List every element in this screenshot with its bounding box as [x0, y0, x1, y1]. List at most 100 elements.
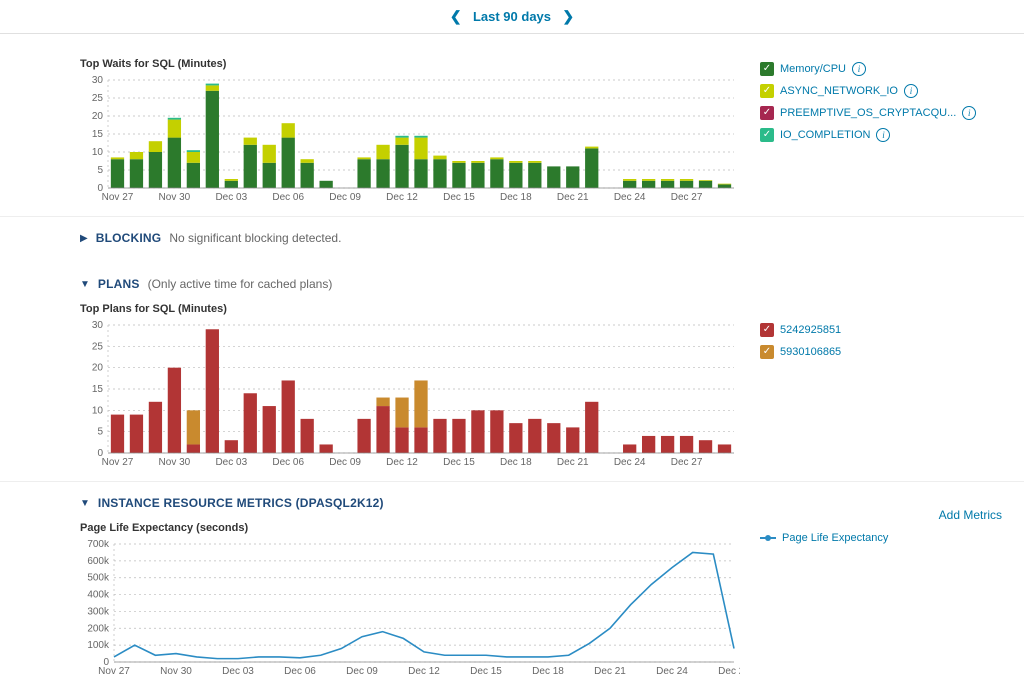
svg-text:Dec 24: Dec 24 [614, 192, 646, 203]
waits-chart-title: Top Waits for SQL (Minutes) [80, 58, 740, 70]
svg-text:5: 5 [97, 427, 103, 438]
svg-text:Dec 18: Dec 18 [500, 192, 532, 203]
plans-chart-title: Top Plans for SQL (Minutes) [80, 303, 740, 315]
prev-range-button[interactable]: ❮ [442, 8, 470, 24]
svg-text:Dec 06: Dec 06 [272, 192, 304, 203]
svg-text:Dec 27: Dec 27 [671, 457, 703, 468]
svg-text:Dec 27: Dec 27 [671, 192, 703, 203]
metrics-title: INSTANCE RESOURCE METRICS (DPASQL2K12) [98, 496, 384, 510]
legend-label[interactable]: PREEMPTIVE_OS_CRYPTACQU... [780, 107, 956, 119]
info-icon[interactable]: i [904, 84, 918, 98]
svg-text:200k: 200k [87, 623, 110, 634]
svg-text:Dec 12: Dec 12 [408, 666, 440, 677]
svg-text:Dec 12: Dec 12 [386, 457, 418, 468]
svg-text:Dec 15: Dec 15 [443, 192, 475, 203]
plans-title: PLANS [98, 277, 140, 291]
svg-text:10: 10 [92, 147, 104, 158]
metrics-disclosure[interactable]: ▼ [80, 498, 90, 509]
svg-text:Dec 09: Dec 09 [329, 457, 361, 468]
svg-text:Nov 30: Nov 30 [159, 192, 191, 203]
svg-text:Dec 18: Dec 18 [500, 457, 532, 468]
svg-text:Dec 15: Dec 15 [443, 457, 475, 468]
legend-item[interactable]: ✓ 5242925851 [760, 323, 994, 337]
svg-text:Nov 27: Nov 27 [102, 457, 134, 468]
blocking-disclosure[interactable]: ▶ [80, 233, 88, 244]
waits-panel: Top Waits for SQL (Minutes) 051015202530… [0, 38, 1024, 217]
svg-text:Dec 24: Dec 24 [656, 666, 688, 677]
svg-text:5: 5 [97, 165, 103, 176]
svg-text:Nov 30: Nov 30 [160, 666, 192, 677]
svg-text:Dec 12: Dec 12 [386, 192, 418, 203]
svg-text:600k: 600k [87, 556, 110, 567]
info-icon[interactable]: i [962, 106, 976, 120]
svg-text:30: 30 [92, 76, 104, 86]
blocking-section: ▶ BLOCKING No significant blocking detec… [0, 231, 1024, 263]
svg-text:700k: 700k [87, 540, 110, 550]
svg-text:Dec 21: Dec 21 [557, 457, 589, 468]
svg-text:25: 25 [92, 93, 104, 104]
svg-text:Dec 15: Dec 15 [470, 666, 502, 677]
date-range-bar: ❮ Last 90 days ❯ [0, 0, 1024, 34]
waits-chart[interactable]: 051015202530Nov 27Nov 30Dec 03Dec 06Dec … [80, 76, 740, 206]
legend-item[interactable]: ✓ IO_COMPLETION i [760, 128, 994, 142]
svg-text:100k: 100k [87, 640, 110, 651]
svg-text:Nov 27: Nov 27 [98, 666, 130, 677]
legend-checkbox[interactable]: ✓ [760, 106, 774, 120]
svg-text:300k: 300k [87, 606, 110, 617]
legend-item[interactable]: ✓ PREEMPTIVE_OS_CRYPTACQU... i [760, 106, 994, 120]
svg-text:Dec 21: Dec 21 [557, 192, 589, 203]
waits-legend: ✓Memory/CPUi✓ASYNC_NETWORK_IOi✓PREEMPTIV… [740, 38, 1004, 150]
plans-disclosure[interactable]: ▼ [80, 279, 90, 290]
legend-label[interactable]: IO_COMPLETION [780, 129, 870, 141]
plans-legend: ✓ 5242925851 ✓ 5930106865 [740, 299, 1004, 367]
metrics-chart-title: Page Life Expectancy (seconds) [80, 522, 740, 534]
next-range-button[interactable]: ❯ [554, 8, 582, 24]
svg-text:25: 25 [92, 341, 104, 352]
legend-label[interactable]: 5930106865 [780, 346, 841, 358]
svg-text:Dec 27: Dec 27 [718, 666, 740, 677]
legend-checkbox[interactable]: ✓ [760, 62, 774, 76]
plans-section: ▼ PLANS (Only active time for cached pla… [0, 277, 1024, 482]
plans-subtitle: (Only active time for cached plans) [148, 277, 333, 291]
blocking-title: BLOCKING [96, 231, 162, 245]
svg-text:Dec 09: Dec 09 [346, 666, 378, 677]
svg-text:Dec 09: Dec 09 [329, 192, 361, 203]
svg-text:Nov 30: Nov 30 [159, 457, 191, 468]
svg-text:Dec 03: Dec 03 [215, 192, 247, 203]
svg-text:Dec 06: Dec 06 [284, 666, 316, 677]
legend-label[interactable]: Page Life Expectancy [782, 532, 888, 544]
legend-label[interactable]: 5242925851 [780, 324, 841, 336]
svg-text:Dec 06: Dec 06 [272, 457, 304, 468]
metrics-section: Add Metrics ▼ INSTANCE RESOURCE METRICS … [0, 496, 1024, 690]
plans-chart[interactable]: 051015202530Nov 27Nov 30Dec 03Dec 06Dec … [80, 321, 740, 471]
metrics-legend: Page Life Expectancy [740, 518, 1004, 552]
svg-text:500k: 500k [87, 573, 110, 584]
svg-text:Dec 24: Dec 24 [614, 457, 646, 468]
svg-text:Dec 18: Dec 18 [532, 666, 564, 677]
metrics-chart[interactable]: 0100k200k300k400k500k600k700kNov 27Nov 3… [80, 540, 740, 680]
svg-text:10: 10 [92, 405, 104, 416]
legend-label[interactable]: Memory/CPU [780, 63, 846, 75]
svg-text:400k: 400k [87, 590, 110, 601]
add-metrics-link[interactable]: Add Metrics [939, 508, 1002, 522]
legend-checkbox[interactable]: ✓ [760, 323, 774, 337]
legend-checkbox[interactable]: ✓ [760, 128, 774, 142]
svg-text:Nov 27: Nov 27 [102, 192, 134, 203]
info-icon[interactable]: i [876, 128, 890, 142]
svg-text:15: 15 [92, 384, 104, 395]
legend-item[interactable]: ✓ Memory/CPU i [760, 62, 994, 76]
blocking-subtitle: No significant blocking detected. [169, 231, 341, 245]
date-range-label[interactable]: Last 90 days [473, 9, 551, 24]
legend-item[interactable]: ✓ 5930106865 [760, 345, 994, 359]
svg-text:Dec 03: Dec 03 [215, 457, 247, 468]
svg-text:Dec 03: Dec 03 [222, 666, 254, 677]
legend-checkbox[interactable]: ✓ [760, 345, 774, 359]
legend-checkbox[interactable]: ✓ [760, 84, 774, 98]
info-icon[interactable]: i [852, 62, 866, 76]
legend-item[interactable]: Page Life Expectancy [760, 532, 994, 544]
legend-label[interactable]: ASYNC_NETWORK_IO [780, 85, 898, 97]
svg-text:15: 15 [92, 129, 104, 140]
svg-text:20: 20 [92, 111, 104, 122]
svg-text:Dec 21: Dec 21 [594, 666, 626, 677]
legend-item[interactable]: ✓ ASYNC_NETWORK_IO i [760, 84, 994, 98]
